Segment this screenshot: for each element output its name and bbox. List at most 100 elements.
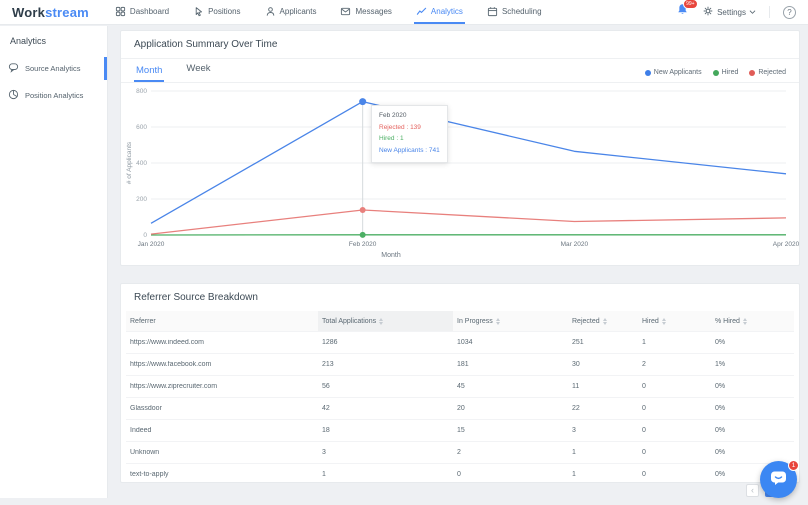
value-cell: 1034 xyxy=(457,339,473,346)
nav-item-applicants[interactable]: Applicants xyxy=(263,0,319,24)
tooltip-line-new-applicants: New Applicants : 741 xyxy=(379,147,440,155)
value-cell: 0% xyxy=(715,427,726,434)
referrer-cell: https://www.facebook.com xyxy=(130,361,212,368)
column-header-total-applications[interactable]: Total Applications xyxy=(318,311,453,331)
settings-label: Settings xyxy=(717,7,746,17)
chat-bubble-icon xyxy=(769,468,788,492)
referrer-cell: https://www.ziprecruiter.com xyxy=(130,383,218,390)
nav-item-analytics[interactable]: Analytics xyxy=(413,0,465,24)
value-cell: 3 xyxy=(322,449,326,456)
column-header-rejected[interactable]: Rejected xyxy=(568,311,638,331)
workstream-logo[interactable]: Workstream xyxy=(12,5,89,20)
value-cell: 1 xyxy=(642,339,646,346)
legend-item-rejected[interactable]: Rejected xyxy=(749,69,786,76)
table-row[interactable]: https://www.ziprecruiter.com 56 45 11 0 0% xyxy=(126,375,794,397)
legend-dot xyxy=(749,69,756,76)
x-axis-title: Month xyxy=(381,252,401,259)
table-row[interactable]: https://www.indeed.com 1286 1034 251 1 0% xyxy=(126,331,794,353)
sort-carets-icon[interactable] xyxy=(379,317,384,325)
column-header-in-progress[interactable]: In Progress xyxy=(453,311,568,331)
nav-item-dashboard[interactable]: Dashboard xyxy=(113,0,171,24)
summary-chart[interactable]: 0 200 400 600 800 Jan 2020 Feb 2020 Mar 2020 Apr… xyxy=(121,83,801,265)
y-tick-label: 400 xyxy=(136,160,147,167)
table-row[interactable]: Glassdoor 42 20 22 0 0% xyxy=(126,397,794,419)
legend-dot xyxy=(644,69,651,76)
sort-carets-icon[interactable] xyxy=(661,317,666,325)
gear-icon xyxy=(702,5,714,19)
sort-carets-icon[interactable] xyxy=(495,317,500,325)
legend-label: Rejected xyxy=(758,69,786,76)
table-row[interactable]: Indeed 18 15 3 0 0% xyxy=(126,419,794,441)
messages-icon xyxy=(340,6,351,17)
sidebar-item-source-analytics[interactable]: Source Analytics xyxy=(0,55,107,82)
logo-word: Work xyxy=(12,4,46,20)
analytics-icon xyxy=(416,6,427,17)
chart-tabs: Month Week xyxy=(134,59,233,82)
y-tick-label: 600 xyxy=(136,124,147,131)
y-tick-label: 800 xyxy=(136,88,147,95)
series-line-rejected[interactable] xyxy=(150,209,787,235)
value-cell: 1% xyxy=(715,361,726,368)
value-cell: 18 xyxy=(322,427,330,434)
series-line-new-applicants[interactable] xyxy=(150,100,787,224)
column-label: Referrer xyxy=(130,317,156,325)
chart-tabs-row: Month Week New Applicants Hired Rejected xyxy=(121,59,799,83)
nav-item-label: Messages xyxy=(355,6,392,16)
legend-item-new-applicants[interactable]: New Applicants xyxy=(644,69,702,76)
notifications-button[interactable]: 99+ xyxy=(676,0,698,21)
value-cell: 20 xyxy=(457,405,465,412)
source-analytics-icon xyxy=(8,62,19,75)
help-button[interactable]: ? xyxy=(783,5,796,19)
value-cell: 251 xyxy=(572,339,584,346)
tab-month[interactable]: Month xyxy=(134,61,165,82)
chat-unread-badge: 1 xyxy=(788,460,799,471)
value-cell: 45 xyxy=(457,383,465,390)
top-navigation-bar: Workstream Dashboard Positions Applicants M… xyxy=(0,0,808,25)
x-tick-label: Feb 2020 xyxy=(349,241,377,248)
question-mark-icon: ? xyxy=(787,7,792,17)
sidebar-item-position-analytics[interactable]: Position Analytics xyxy=(0,82,107,109)
marker-hired[interactable] xyxy=(359,231,366,238)
sort-carets-icon[interactable] xyxy=(742,317,747,325)
sort-carets-icon[interactable] xyxy=(602,317,607,325)
referrer-cell: Unknown xyxy=(130,449,160,456)
tab-week[interactable]: Week xyxy=(184,59,212,82)
value-cell: 56 xyxy=(322,383,330,390)
value-cell: 2 xyxy=(457,449,461,456)
marker-rejected[interactable] xyxy=(359,206,366,213)
y-axis-title: # of Applicants xyxy=(126,141,133,184)
value-cell: 0 xyxy=(642,427,646,434)
table-row[interactable]: text-to-apply 1 0 1 0 0% xyxy=(126,463,794,485)
value-cell: 0 xyxy=(457,471,461,478)
pagination-prev-button[interactable]: ‹ xyxy=(746,484,759,497)
nav-item-label: Dashboard xyxy=(129,6,170,16)
value-cell: 1 xyxy=(322,471,326,478)
chevron-down-icon xyxy=(749,8,756,17)
primary-nav: Dashboard Positions Applicants Messages Anal… xyxy=(103,0,554,24)
referrer-breakdown-card: Referrer Source Breakdown Referrer Total … xyxy=(120,283,800,483)
chat-widget-button[interactable]: 1 xyxy=(760,460,799,498)
legend-label: New Applicants xyxy=(653,69,702,76)
table-header-row: Referrer Total Applications In Progress Rej… xyxy=(126,311,794,331)
nav-item-label: Positions xyxy=(208,6,241,16)
value-cell: 3 xyxy=(572,427,576,434)
column-label: In Progress xyxy=(457,317,493,325)
legend-label: Hired xyxy=(721,69,739,76)
settings-menu-button[interactable]: Settings xyxy=(702,5,756,19)
column-header-hired[interactable]: Hired xyxy=(638,311,711,331)
value-cell: 0 xyxy=(642,449,646,456)
nav-item-positions[interactable]: Positions xyxy=(191,0,242,24)
table-row[interactable]: https://www.facebook.com 213 181 30 2 1% xyxy=(126,353,794,375)
legend-item-hired[interactable]: Hired xyxy=(712,69,739,76)
column-label: Total Applications xyxy=(322,317,377,325)
table-body: https://www.indeed.com 1286 1034 251 1 0% http… xyxy=(126,331,794,485)
table-row[interactable]: Unknown 3 2 1 0 0% xyxy=(126,441,794,463)
sidebar-item-label: Source Analytics xyxy=(25,64,81,73)
table-card-title: Referrer Source Breakdown xyxy=(134,292,258,303)
marker-new-applicants[interactable] xyxy=(359,98,367,106)
application-summary-card: Application Summary Over Time Month Week … xyxy=(120,30,800,266)
sidebar-title: Analytics xyxy=(10,36,47,46)
column-header--hired[interactable]: % Hired xyxy=(711,311,794,331)
nav-item-scheduling[interactable]: Scheduling xyxy=(485,0,544,24)
nav-item-messages[interactable]: Messages xyxy=(338,0,393,24)
